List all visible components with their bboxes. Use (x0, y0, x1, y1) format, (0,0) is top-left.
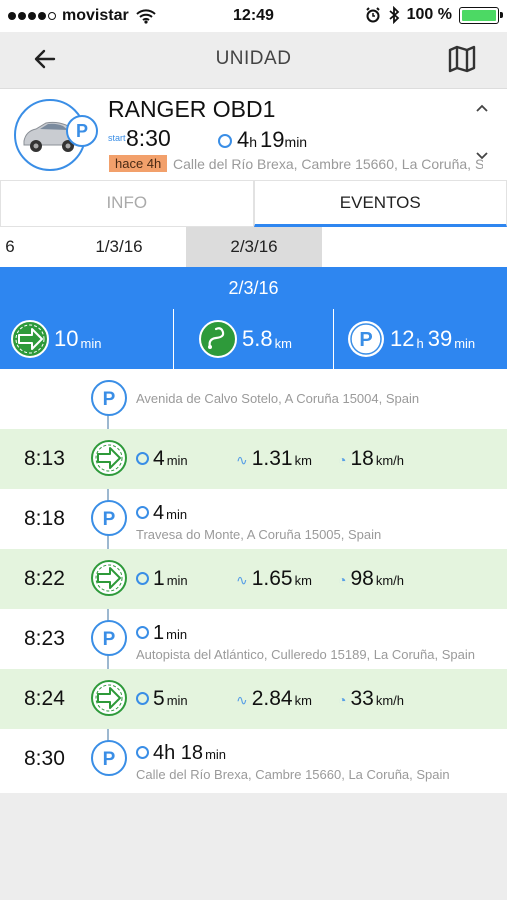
parking-icon: P (91, 620, 127, 656)
event-address: Avenida de Calvo Sotelo, A Coruña 15004,… (136, 391, 420, 406)
clock-icon (136, 452, 149, 465)
date-item[interactable]: 1/3/16 (54, 227, 184, 267)
event-row-stop[interactable]: 8:30 P 4h 18 min Calle del Río Brexa, Cam… (0, 729, 507, 789)
driving-icon (11, 320, 49, 358)
event-address: Autopista del Atlántico, Culleredo 15189… (136, 647, 475, 662)
clock-icon (218, 134, 232, 148)
date-selector: 6 1/3/16 2/3/16 (0, 227, 507, 267)
svg-text:P: P (359, 329, 372, 351)
event-time: 8:23 (24, 627, 65, 650)
date-item-selected[interactable]: 2/3/16 (186, 227, 322, 267)
event-row-stop[interactable]: P Avenida de Calvo Sotelo, A Coruña 1500… (0, 369, 507, 429)
chevron-up-icon[interactable] (475, 103, 489, 113)
time-ago-badge: hace 4h (109, 155, 168, 172)
parking-icon: P (91, 380, 127, 416)
route-icon (199, 320, 237, 358)
parking-icon: P (348, 321, 384, 357)
event-speed: ◔ 18 km/h (338, 447, 404, 470)
clock-icon (136, 746, 149, 759)
status-right: 100 % (365, 6, 503, 24)
event-duration: 5 min (136, 687, 188, 711)
stop-duration: 4h 19 min (218, 127, 310, 153)
clock-icon (136, 626, 149, 639)
map-icon[interactable] (447, 44, 477, 74)
event-time: 8:22 (24, 567, 65, 590)
event-duration: 1 min (136, 622, 187, 645)
route-icon: ∿ (236, 452, 248, 468)
event-time: 8:18 (24, 507, 65, 530)
parking-icon: P (91, 740, 127, 776)
unit-name: RANGER OBD1 (108, 96, 276, 122)
event-row-trip[interactable]: 8:24 5 min ∿ 2.84 km ◔ 33 km/h (0, 669, 507, 729)
driving-unit: min (80, 335, 102, 351)
driving-icon (91, 680, 127, 716)
event-speed: ◔ 33 km/h (338, 687, 404, 710)
clock-icon (136, 572, 149, 585)
event-distance: ∿ 1.31 km (236, 447, 312, 470)
route-icon: ∿ (236, 692, 248, 708)
summary-parked: P 12 h 39 min (334, 309, 507, 369)
tab-info[interactable]: INFO (0, 180, 254, 227)
event-duration: 4 min (136, 502, 187, 525)
distance-value: 5.8 (242, 326, 273, 351)
event-row-trip[interactable]: 8:13 4 min ∿ 1.31 km ◔ 18 km/h (0, 429, 507, 489)
svg-text:P: P (103, 749, 116, 770)
bluetooth-icon (389, 6, 399, 24)
tab-bar: INFO EVENTOS (0, 180, 507, 227)
alarm-icon (365, 7, 380, 23)
driving-icon (91, 440, 127, 476)
parked-minutes-unit: min (454, 335, 476, 351)
speedometer-icon: ◔ (338, 452, 347, 468)
event-duration: 1 min (136, 567, 188, 591)
summary-driving: 10 min (0, 309, 174, 369)
event-speed: ◔ 98 km/h (338, 567, 404, 590)
parking-icon: P (91, 500, 127, 536)
start-time: 8:30 (126, 125, 171, 151)
speedometer-icon: ◔ (338, 692, 347, 708)
event-row-stop[interactable]: 8:23 P 1 min Autopista del Atlántico, Cul… (0, 609, 507, 669)
driving-value: 10 (54, 326, 79, 351)
parked-hours: 12 (390, 326, 415, 351)
battery-icon (459, 6, 503, 24)
svg-text:P: P (103, 509, 116, 530)
unit-header[interactable]: P RANGER OBD1 start 8:30 4h 19 min hace 4… (0, 88, 507, 180)
distance-unit: km (274, 335, 292, 351)
tab-eventos[interactable]: EVENTOS (253, 180, 507, 227)
events-list: P Avenida de Calvo Sotelo, A Coruña 1500… (0, 369, 507, 793)
nav-bar: UNIDAD (0, 32, 507, 88)
event-time: 8:13 (24, 447, 65, 470)
event-address: Calle del Río Brexa, Cambre 15660, La Co… (136, 767, 450, 782)
start-label: start (108, 133, 126, 143)
route-icon: ∿ (236, 572, 248, 588)
parked-minutes: 39 (427, 326, 453, 351)
page-title: UNIDAD (215, 48, 292, 69)
driving-icon (91, 560, 127, 596)
svg-text:P: P (103, 629, 116, 650)
status-bar: movistar 12:49 100 % (0, 0, 507, 32)
event-distance: ∿ 1.65 km (236, 567, 312, 590)
speedometer-icon: ◔ (338, 572, 347, 588)
unit-address: Calle del Río Brexa, Cambre 15660, La Co… (173, 156, 483, 172)
day-summary: 10 min 5.8 km P 12 h 39 min (0, 309, 507, 369)
event-address: Travesa do Monte, A Coruña 15005, Spain (136, 527, 382, 542)
event-row-trip[interactable]: 8:22 1 min ∿ 1.65 km ◔ 98 km/h (0, 549, 507, 609)
svg-text:P: P (103, 389, 116, 410)
event-row-stop[interactable]: 8:18 P 4 min Travesa do Monte, A Coruña 1… (0, 489, 507, 549)
summary-distance: 5.8 km (174, 309, 334, 369)
battery-label: 100 % (406, 6, 452, 23)
date-item[interactable]: 6 (0, 227, 20, 267)
selected-date-bar: 2/3/16 (0, 267, 507, 309)
event-time: 8:30 (24, 747, 65, 770)
clock-icon (136, 506, 149, 519)
event-duration: 4 min (136, 447, 188, 471)
parking-badge-icon: P (66, 115, 98, 147)
clock-icon (136, 692, 149, 705)
event-distance: ∿ 2.84 km (236, 687, 312, 710)
event-time: 8:24 (24, 687, 65, 710)
event-duration: 4h 18 min (136, 742, 226, 765)
parked-hours-unit: h (416, 335, 424, 351)
